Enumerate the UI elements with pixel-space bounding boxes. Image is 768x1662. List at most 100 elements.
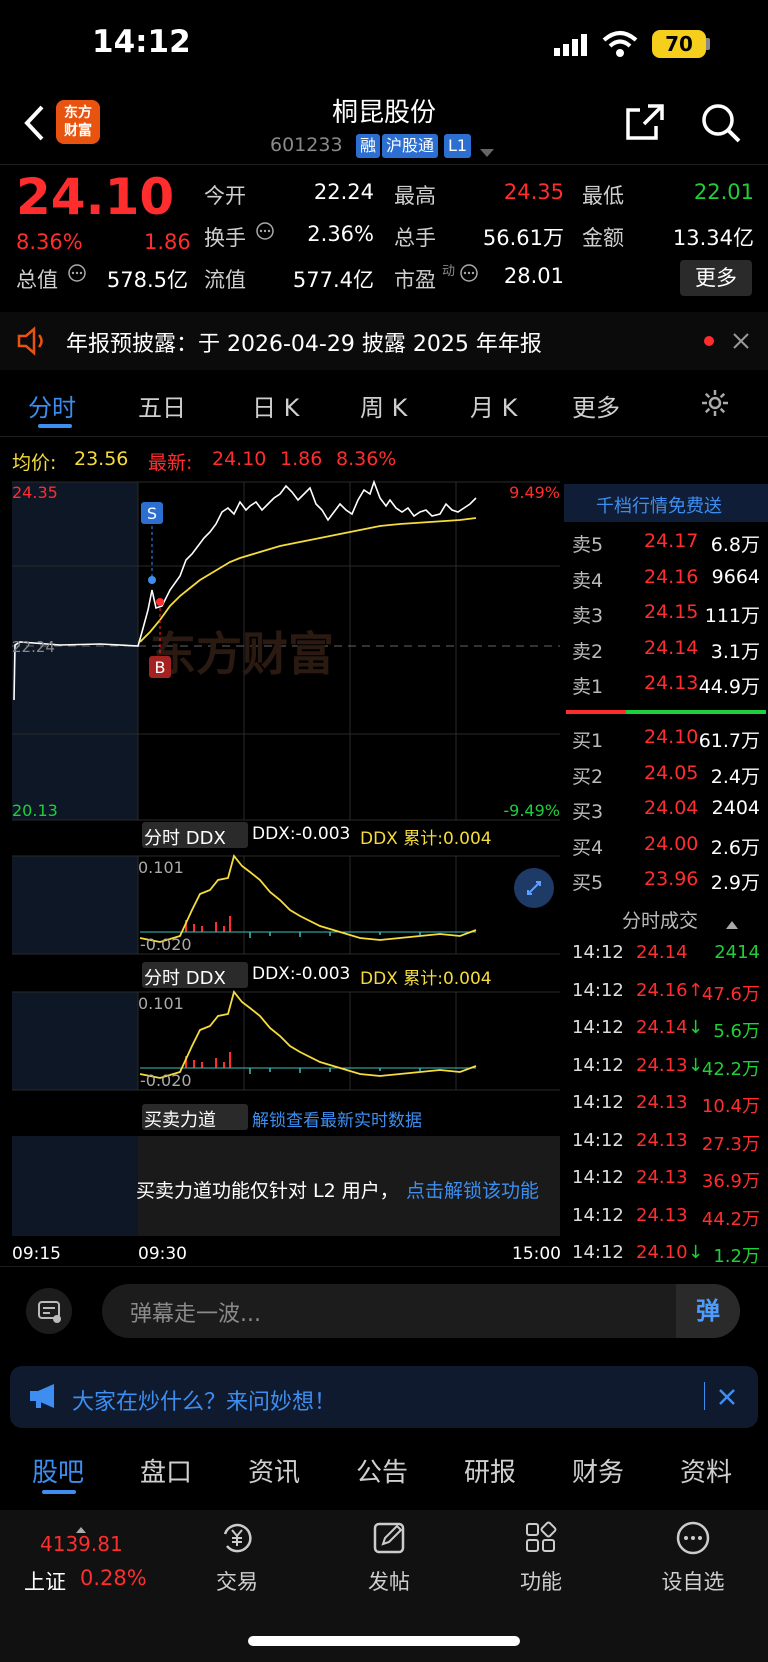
svg-text:B: B <box>155 658 166 677</box>
expand-icon[interactable] <box>514 868 554 908</box>
speaker-icon <box>16 326 48 360</box>
ob-level-label: 买5 <box>572 872 604 894</box>
avg-price-line <box>139 517 477 643</box>
bid-row[interactable]: 买1 24.10 61.7万 <box>570 726 762 760</box>
tag-level: L1 <box>444 134 472 158</box>
tab-five-day[interactable]: 五日 <box>138 388 186 423</box>
ob-level-label: 卖4 <box>572 569 604 592</box>
danmu-send-button[interactable]: 弹 <box>676 1284 740 1338</box>
stock-code: 601233 <box>270 134 343 156</box>
close-icon[interactable] <box>718 1388 736 1410</box>
trade-price: 24.13 <box>636 1092 688 1113</box>
high-value: 24.35 <box>503 180 564 204</box>
bid-ask-ratio-bar <box>566 710 766 714</box>
total-cap-label: 总值 <box>16 268 58 292</box>
trade-time: 14:12 <box>572 1129 624 1151</box>
nav-trade[interactable]: 交易 <box>182 1520 292 1596</box>
trade-time: 14:12 <box>572 1017 624 1038</box>
tab-guba[interactable]: 股吧 <box>32 1452 84 1489</box>
share-icon[interactable] <box>624 102 666 146</box>
x-label-start: 09:15 <box>12 1244 61 1264</box>
tab-weekly-k[interactable]: 周 K <box>360 388 407 423</box>
ask-row[interactable]: 卖5 24.17 6.8万 <box>570 530 762 564</box>
signal-icon <box>554 34 590 60</box>
low-value: 22.01 <box>693 180 754 204</box>
search-icon[interactable] <box>700 102 742 148</box>
ask-row[interactable]: 卖2 24.14 3.1万 <box>570 637 762 671</box>
ddx-line-2 <box>139 990 477 1079</box>
more-button[interactable]: 更多 <box>680 260 752 296</box>
info-icon[interactable] <box>256 222 274 244</box>
tab-intraday[interactable]: 分时 <box>28 388 76 423</box>
nav-post[interactable]: 发帖 <box>334 1520 444 1596</box>
pe-sup: 动 <box>442 264 456 279</box>
megaphone-icon <box>28 1382 60 1414</box>
tab-finance[interactable]: 财务 <box>572 1452 624 1489</box>
tab-daily-k[interactable]: 日 K <box>252 388 299 423</box>
ob-volume: 44.9万 <box>698 676 760 698</box>
tab-pankou[interactable]: 盘口 <box>140 1452 192 1489</box>
header-divider <box>0 164 768 165</box>
avg-value: 23.56 <box>74 448 129 470</box>
red-dot-icon <box>704 336 714 346</box>
y-low-label: 20.13 <box>12 801 58 820</box>
tab-news[interactable]: 资讯 <box>248 1452 300 1489</box>
pct-high-label: 9.49% <box>509 483 560 502</box>
tab-announcement[interactable]: 公告 <box>356 1452 408 1489</box>
float-cap-value: 577.4亿 <box>292 268 374 292</box>
force-unlock-link[interactable]: 点击解锁该功能 <box>406 1176 539 1203</box>
info-icon[interactable] <box>460 264 478 286</box>
open-value: 22.24 <box>313 180 374 204</box>
chevron-down-icon[interactable] <box>480 142 494 161</box>
bid-row[interactable]: 买5 23.96 2.9万 <box>570 868 762 902</box>
bid-row[interactable]: 买4 24.00 2.6万 <box>570 833 762 867</box>
turnover-value: 2.36% <box>307 222 374 246</box>
bid-row[interactable]: 买2 24.05 2.4万 <box>570 762 762 796</box>
ob-price: 24.17 <box>644 530 699 552</box>
tab-monthly-k[interactable]: 月 K <box>470 388 517 423</box>
bottom-tab-indicator <box>42 1490 76 1494</box>
ddx2-value: DDX:-0.003 <box>252 964 351 984</box>
tab-research[interactable]: 研报 <box>464 1452 516 1489</box>
ask-text: 大家在炒什么？来问妙想！ <box>72 1390 337 1415</box>
ask-row[interactable]: 卖4 24.16 9664 <box>570 566 762 600</box>
ob-level-label: 卖3 <box>572 605 604 627</box>
index-name: 上证 <box>24 1570 66 1594</box>
tab-profile[interactable]: 资料 <box>680 1452 732 1489</box>
ddx1-bottom: -0.020 <box>140 935 192 954</box>
nav-functions[interactable]: 功能 <box>486 1520 596 1596</box>
ask-row[interactable]: 卖3 24.15 111万 <box>570 601 762 635</box>
force-selector-label: 买卖力道 <box>144 1110 216 1131</box>
ob-level-label: 买3 <box>572 801 604 823</box>
trade-price: 24.13 <box>636 1204 688 1226</box>
ob-volume: 2.9万 <box>710 872 760 894</box>
force-hint[interactable]: 解锁查看最新实时数据 <box>252 1106 422 1131</box>
trade-arrow: ↑ <box>688 979 704 1001</box>
trade-price: 24.13 <box>636 1129 688 1151</box>
danmu-settings-icon[interactable] <box>26 1288 72 1334</box>
trade-time: 14:12 <box>572 1204 624 1226</box>
info-icon[interactable] <box>68 264 86 286</box>
pct-low-label: -9.49% <box>503 801 560 820</box>
index-value[interactable]: 4139.81 <box>40 1532 123 1556</box>
danmu-placeholder: 弹幕走一波... <box>130 1302 261 1327</box>
nav-add-watchlist[interactable]: 设自选 <box>638 1520 748 1596</box>
danmu-divider <box>0 1266 768 1267</box>
trades-title[interactable]: 分时成交 <box>622 906 698 933</box>
ddx2-sum: DDX 累计:0.004 <box>360 969 492 989</box>
intraday-chart[interactable]: 东方财富 S B 24.35 20.13 22.24 9.49% -9.49% … <box>0 480 566 1260</box>
trade-time: 14:12 <box>572 1092 624 1113</box>
ddx-line-1 <box>139 854 477 943</box>
ob-level-label: 卖1 <box>572 676 604 698</box>
ask-row[interactable]: 卖1 24.13 44.9万 <box>570 672 762 706</box>
close-icon[interactable] <box>732 332 750 354</box>
tab-more[interactable]: 更多 <box>572 388 620 423</box>
bid-row[interactable]: 买3 24.04 2404 <box>570 797 762 831</box>
ob-price: 24.16 <box>644 565 699 588</box>
latest-label: 最新: <box>148 452 193 474</box>
trade-volume: 27.3万 <box>701 1133 760 1155</box>
ob-volume: 2.6万 <box>710 836 760 859</box>
ask-divider <box>704 1382 705 1410</box>
gear-icon[interactable] <box>700 388 730 422</box>
x-label-close: 15:00 <box>512 1244 561 1264</box>
